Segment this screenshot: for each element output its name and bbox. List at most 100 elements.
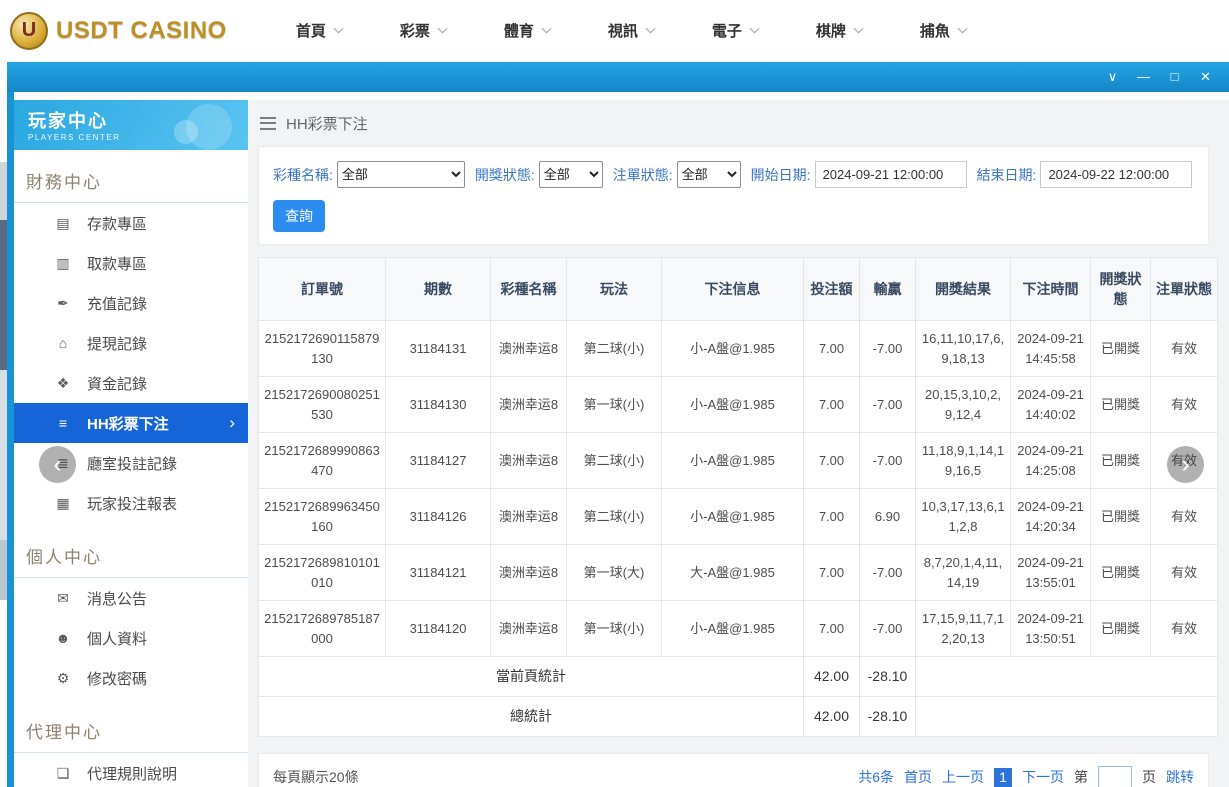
- nav-item-live-video[interactable]: 視訊: [579, 20, 683, 41]
- draw-status-select[interactable]: 全部: [538, 161, 603, 188]
- nav-item-label: 電子: [711, 23, 742, 40]
- sidebar-subtitle: PLAYERS CENTER: [28, 133, 121, 142]
- summary-empty-cell: [915, 696, 1218, 737]
- sidebar-item-withdrawal-zone[interactable]: ▥ 取款專區: [14, 243, 248, 283]
- jump-button[interactable]: 跳转: [1166, 767, 1194, 787]
- player-report-icon: ▦: [56, 494, 70, 511]
- cell-win-loss: -7.00: [859, 600, 916, 657]
- sidebar-item-announcements[interactable]: ✉ 消息公告: [14, 578, 248, 618]
- filter-label: 開獎狀態:: [474, 166, 535, 183]
- sidebar-item-profile[interactable]: ☻ 個人資料: [14, 618, 248, 658]
- page-header: HH彩票下注: [258, 100, 1209, 146]
- pager: 共6条 首页 上一页 1 下一页 第 页 跳转: [858, 766, 1194, 787]
- nav-item-home[interactable]: 首頁: [267, 20, 371, 41]
- order-status-select[interactable]: 全部: [676, 161, 741, 188]
- lottery-name-select[interactable]: 全部: [336, 161, 465, 188]
- first-page-link[interactable]: 首页: [904, 767, 932, 787]
- cell-period: 31184130: [385, 376, 491, 433]
- withdrawal-icon: ▥: [56, 254, 70, 271]
- bet-table: 訂單號 期數 彩種名稱 玩法 下注信息 投注額 輸贏 開獎結果 下注時間 開獎狀態 注單狀態 2152…: [258, 257, 1218, 737]
- filter-row: 彩種名稱:全部開獎狀態:全部注單狀態:全部開始日期:結束日期:: [273, 161, 1194, 188]
- coin-logo-icon: U: [10, 11, 48, 50]
- column-header-win-loss: 輸贏: [859, 257, 916, 321]
- window-close-button[interactable]: ✕: [1190, 62, 1221, 92]
- background-fragment: [0, 162, 7, 220]
- background-fragment: [0, 370, 7, 540]
- cell-bet-info: 小-A盤@1.985: [661, 600, 804, 657]
- nav-item-fishing[interactable]: 捕魚: [891, 20, 995, 41]
- carousel-right-arrow-icon[interactable]: ›: [1167, 446, 1204, 483]
- carousel-left-arrow-icon[interactable]: ‹: [39, 446, 76, 483]
- nav-item-label: 棋牌: [815, 23, 846, 40]
- next-page-link[interactable]: 下一页: [1022, 767, 1064, 787]
- window-maximize-button[interactable]: □: [1159, 62, 1190, 92]
- start-date-input[interactable]: [814, 161, 967, 188]
- nav-item-card-games[interactable]: 棋牌: [787, 20, 891, 41]
- cell-win-loss: -7.00: [859, 320, 916, 377]
- background-fragment: [0, 540, 7, 600]
- cell-bet-amount: 7.00: [803, 376, 860, 433]
- nav-item-sports[interactable]: 體育: [475, 20, 579, 41]
- cell-bet-amount: 7.00: [803, 488, 860, 545]
- sidebar-item-label: 個人資料: [87, 630, 148, 648]
- cell-order-status: 有效: [1150, 600, 1218, 657]
- table-header-row: 訂單號 期數 彩種名稱 玩法 下注信息 投注額 輸贏 開獎結果 下注時間 開獎狀態 注單狀態: [258, 257, 1218, 321]
- cell-draw-status: 已開獎: [1090, 432, 1151, 489]
- end-date-input[interactable]: [1040, 161, 1193, 188]
- sidebar-item-hh-lottery-bet[interactable]: ≡ HH彩票下注 ›: [14, 403, 248, 443]
- sidebar-section-finance-center: 財務中心: [14, 162, 248, 203]
- cell-bet-time: 2024-09-21 14:25:08: [1010, 432, 1091, 489]
- sidebar-item-cashout-record[interactable]: ⌂ 提現記錄: [14, 323, 248, 363]
- table-row: 2152172690080251530 31184130 澳洲幸运8 第一球(小) 小-…: [258, 376, 1218, 433]
- cell-play-type: 第一球(大): [566, 544, 662, 601]
- search-button[interactable]: 查詢: [273, 200, 325, 232]
- cell-draw-status: 已開獎: [1090, 376, 1151, 433]
- page-title: HH彩票下注: [286, 115, 368, 133]
- window-collapse-button[interactable]: ∨: [1097, 62, 1128, 92]
- nav-item-slots[interactable]: 電子: [683, 20, 787, 41]
- summary-win-loss-total: -28.10: [859, 696, 916, 737]
- cell-draw-status: 已開獎: [1090, 488, 1151, 545]
- column-header-bet-info: 下注信息: [661, 257, 804, 321]
- cell-order-status: 有效: [1150, 320, 1218, 377]
- summary-label: 當前頁統計: [258, 656, 804, 697]
- cell-draw-result: 11,18,9,1,14,19,16,5: [915, 432, 1011, 489]
- sidebar-item-agent-rules[interactable]: ❏ 代理規則說明: [14, 753, 248, 787]
- cell-play-type: 第二球(小): [566, 320, 662, 377]
- cell-order-no: 2152172690115879130: [258, 320, 386, 377]
- sidebar-item-label: 資金記錄: [87, 375, 148, 393]
- window-minimize-button[interactable]: —: [1128, 62, 1159, 92]
- cell-bet-time: 2024-09-21 13:55:01: [1010, 544, 1091, 601]
- filter-label: 結束日期:: [976, 166, 1037, 183]
- sidebar-item-recharge-record[interactable]: ✒ 充值記錄: [14, 283, 248, 323]
- cell-bet-info: 小-A盤@1.985: [661, 488, 804, 545]
- casino-logo[interactable]: U USDT CASINO: [10, 11, 227, 50]
- cell-period: 31184121: [385, 544, 491, 601]
- filter-field-end-date: 結束日期:: [977, 161, 1193, 188]
- sidebar-item-player-bet-report[interactable]: ▦ 玩家投注報表: [14, 483, 248, 523]
- cell-bet-time: 2024-09-21 13:50:51: [1010, 600, 1091, 657]
- jump-page-input[interactable]: [1098, 766, 1132, 787]
- sidebar-item-label: 玩家投注報表: [87, 495, 178, 513]
- summary-bet-total: 42.00: [803, 656, 860, 697]
- chevron-down-icon: [437, 23, 448, 33]
- chevron-down-icon: [749, 23, 760, 33]
- sidebar-item-funds-record[interactable]: ❖ 資金記錄: [14, 363, 248, 403]
- prev-page-link[interactable]: 上一页: [942, 767, 984, 787]
- filter-label: 彩種名稱:: [273, 166, 333, 183]
- filter-label: 注單狀態:: [612, 166, 673, 183]
- chevron-down-icon: [645, 23, 656, 33]
- cell-period: 31184120: [385, 600, 491, 657]
- sidebar-item-change-password[interactable]: ⚙ 修改密碼: [14, 658, 248, 698]
- nav-item-lottery[interactable]: 彩票: [371, 20, 475, 41]
- column-header-period: 期數: [385, 257, 491, 321]
- sidebar-item-label: 存款專區: [87, 215, 148, 233]
- cell-order-status: 有效: [1150, 544, 1218, 601]
- current-page[interactable]: 1: [994, 767, 1012, 787]
- cell-draw-result: 20,15,3,10,2,9,12,4: [915, 376, 1011, 433]
- sidebar-item-label: 代理規則說明: [87, 765, 178, 783]
- sidebar-item-deposit-zone[interactable]: ▤ 存款專區: [14, 203, 248, 243]
- cell-lottery-name: 澳洲幸运8: [490, 488, 567, 545]
- menu-toggle-icon[interactable]: [260, 116, 276, 130]
- sidebar-title: 玩家中心: [28, 111, 108, 131]
